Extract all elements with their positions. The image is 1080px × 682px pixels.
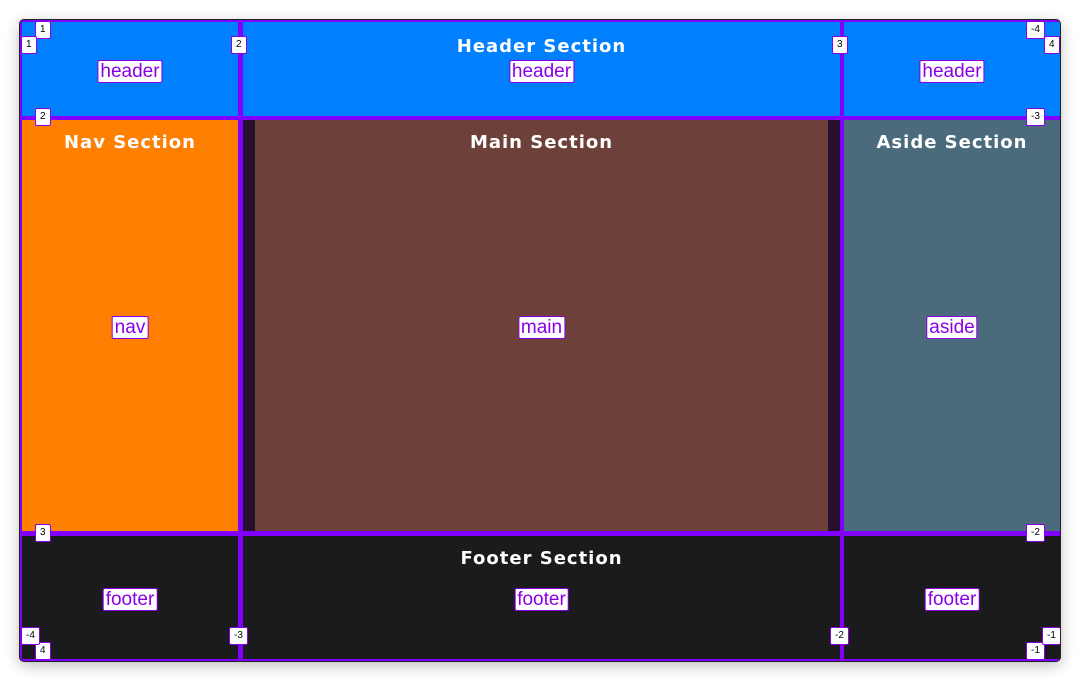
area-label-header: header xyxy=(97,60,163,83)
main-section: Main Section main xyxy=(243,120,840,531)
row-line-number: -2 xyxy=(1026,524,1045,542)
col-line-number: 2 xyxy=(231,36,247,54)
col-line-number: -1 xyxy=(1042,627,1060,645)
grid-container: header Header Section header header Nav … xyxy=(19,19,1061,662)
area-label-footer: footer xyxy=(514,588,569,611)
row-line-number: 3 xyxy=(35,524,51,542)
row-line-number: -3 xyxy=(1026,108,1045,126)
nav-section-title: Nav Section xyxy=(63,132,196,153)
header-section-title: Header Section xyxy=(456,36,627,57)
area-label-footer: footer xyxy=(924,588,980,611)
area-label-header: header xyxy=(919,60,985,83)
col-line-number: -4 xyxy=(1026,21,1045,39)
col-line-number: 3 xyxy=(832,36,848,54)
area-label-header: header xyxy=(508,60,575,83)
footer-section-title: Footer Section xyxy=(460,548,623,569)
area-label-main: main xyxy=(517,316,566,339)
gap-strip xyxy=(828,120,840,531)
footer-cell-left: footer xyxy=(22,536,238,659)
aside-section-title: Aside Section xyxy=(876,132,1028,153)
footer-cell-center: Footer Section footer xyxy=(243,536,840,659)
row-line-number: 2 xyxy=(35,108,51,126)
main-section-title: Main Section xyxy=(469,132,614,153)
header-cell-center: Header Section header xyxy=(243,22,840,116)
row-line-number: 1 xyxy=(21,36,37,54)
gap-strip xyxy=(243,120,255,531)
row-line-number: 4 xyxy=(1044,36,1060,54)
area-label-footer: footer xyxy=(102,588,158,611)
header-cell-left: header xyxy=(22,22,238,116)
col-line-number: -3 xyxy=(229,627,248,645)
area-label-aside: aside xyxy=(926,316,978,339)
col-line-number: -4 xyxy=(21,627,40,645)
area-label-nav: nav xyxy=(111,316,149,339)
aside-section: Aside Section aside xyxy=(844,120,1060,531)
footer-cell-right: footer xyxy=(844,536,1060,659)
nav-section: Nav Section nav xyxy=(22,120,238,531)
col-line-number: -2 xyxy=(830,627,849,645)
col-line-number: 1 xyxy=(35,21,51,39)
